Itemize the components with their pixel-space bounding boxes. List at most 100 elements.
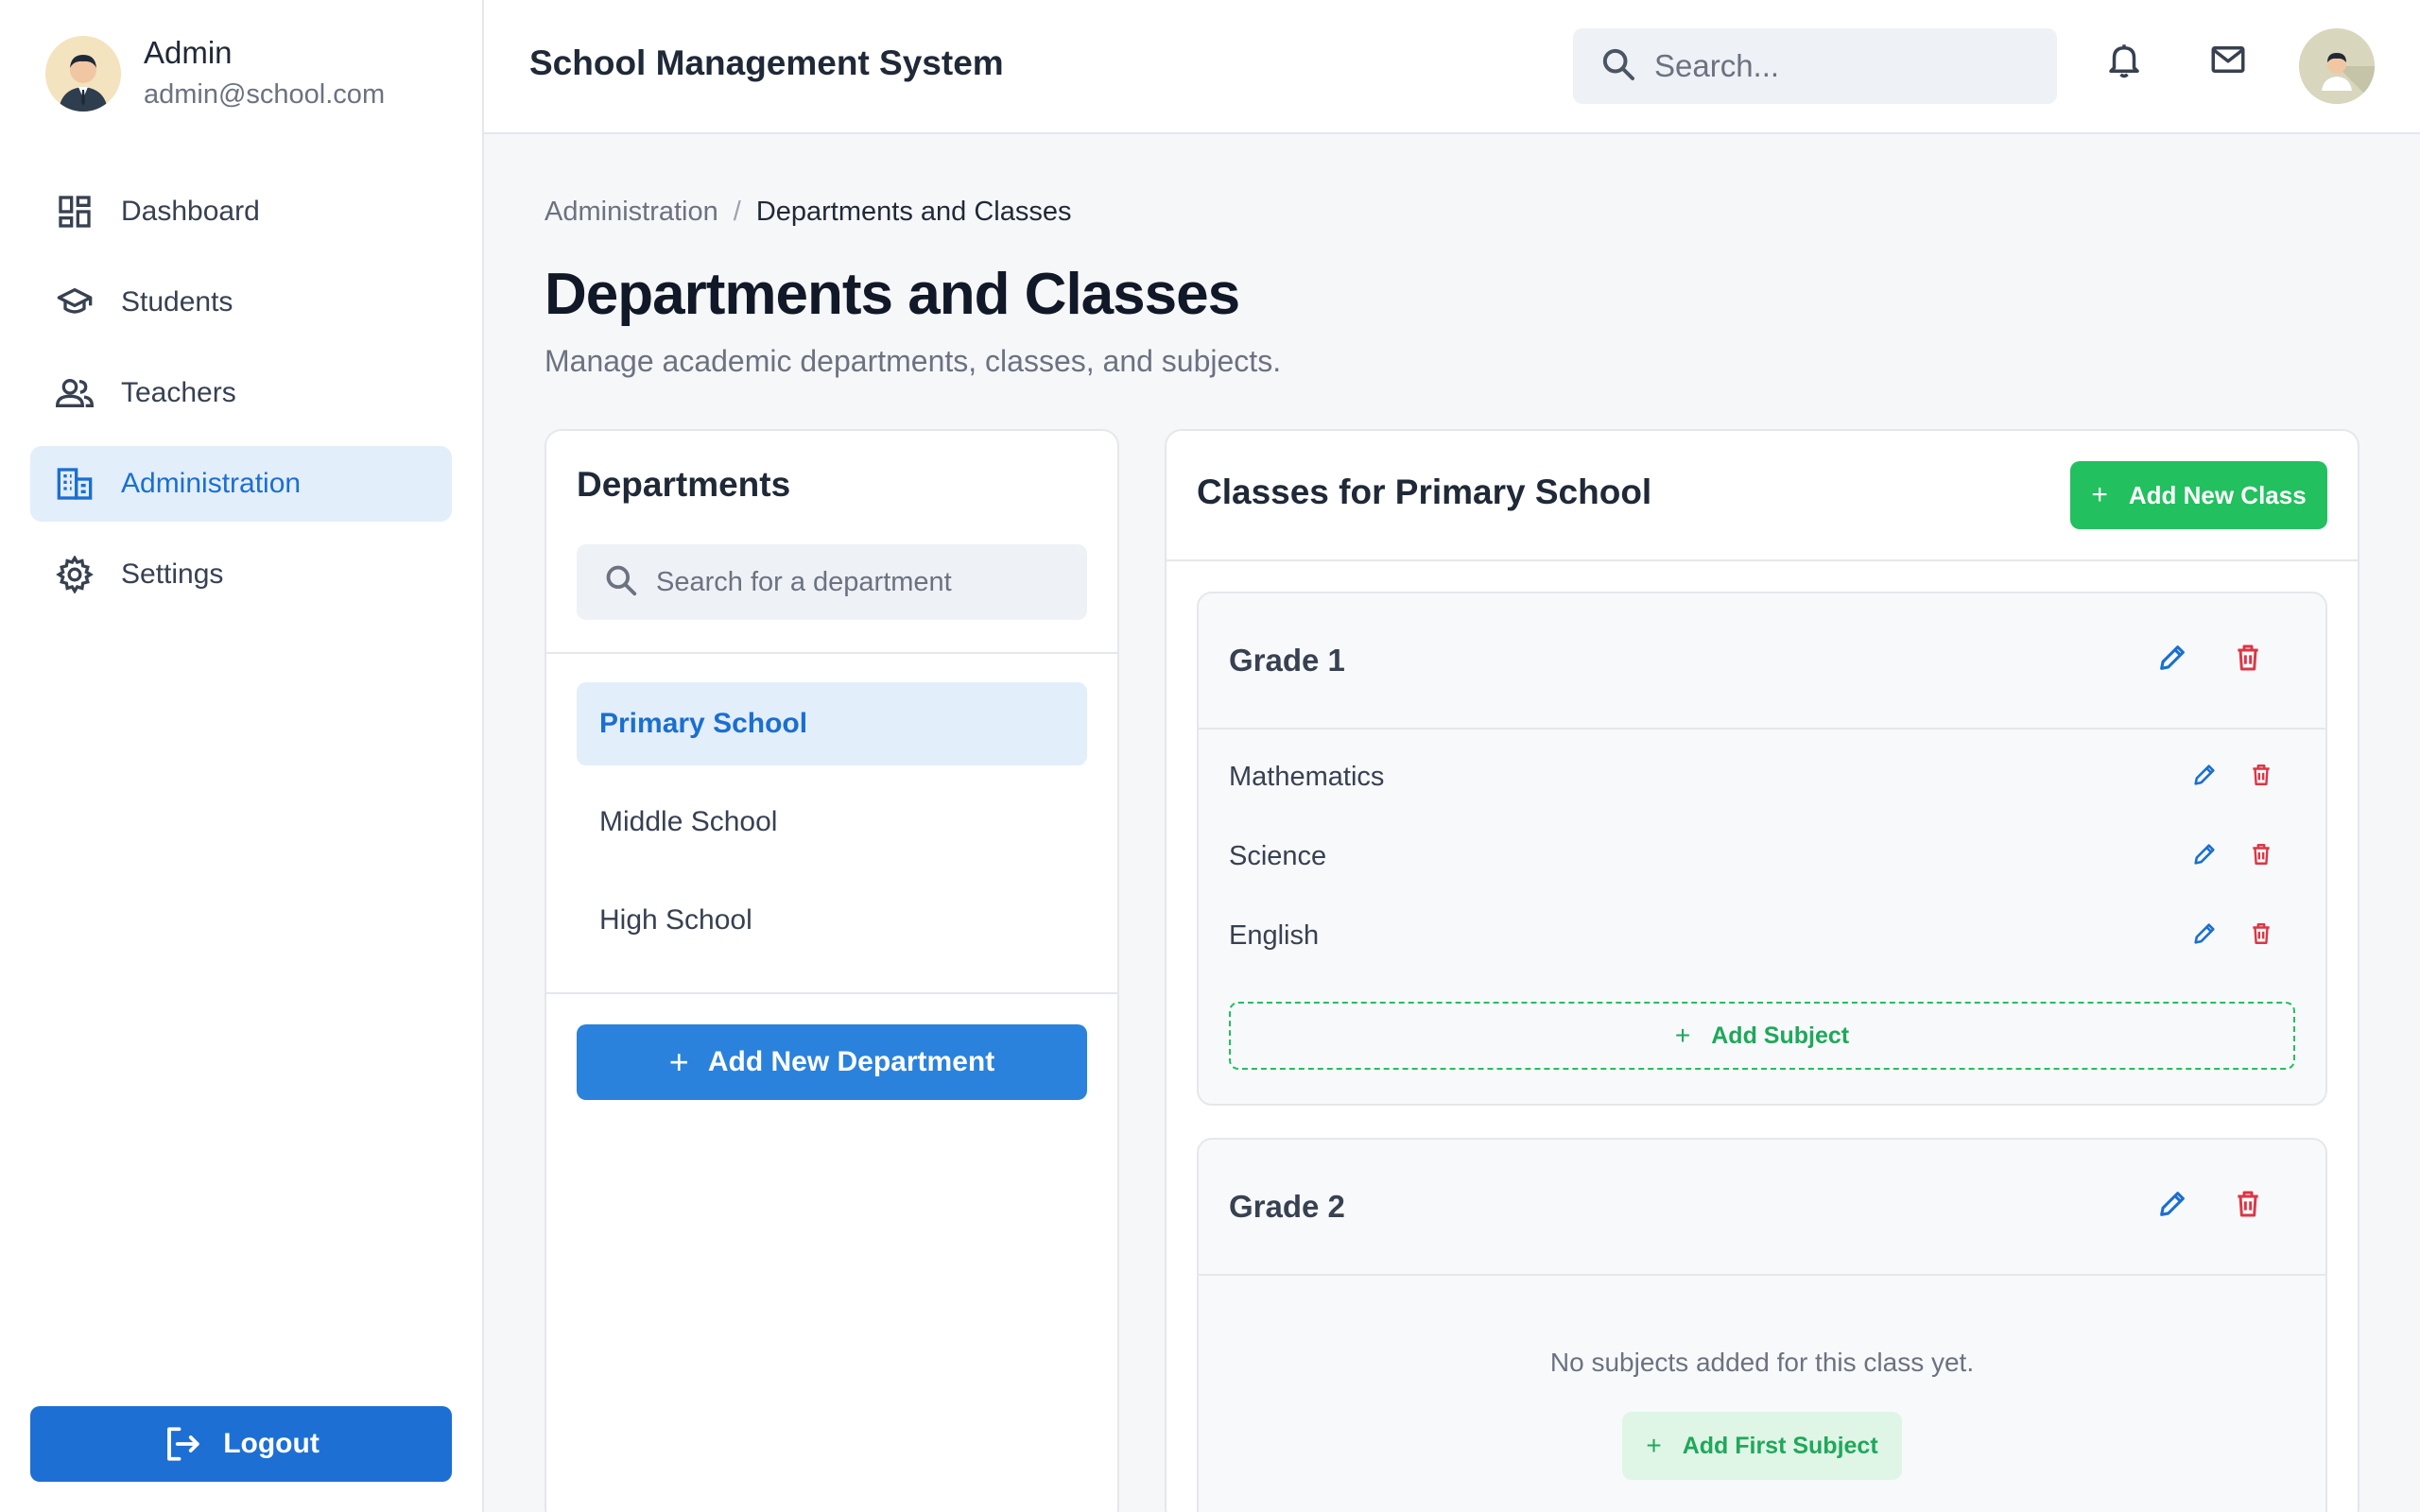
plus-icon: +	[668, 1042, 689, 1081]
pencil-icon	[2191, 762, 2218, 793]
page-subtitle: Manage academic departments, classes, an…	[544, 344, 1282, 378]
classes-panel: Classes for Primary School + Add New Cla…	[1165, 429, 2360, 1512]
global-search[interactable]	[1573, 28, 2057, 104]
delete-subject-button[interactable]	[2242, 758, 2280, 796]
trash-icon	[2233, 1189, 2263, 1224]
search-icon	[1599, 45, 1637, 88]
sidebar-item-dashboard[interactable]: Dashboard	[30, 174, 452, 249]
mail-icon	[2208, 40, 2248, 84]
subject-name: English	[1229, 920, 1320, 951]
logout-label: Logout	[223, 1428, 320, 1459]
subject-row: English	[1199, 898, 2325, 977]
class-card-header: Grade 2	[1199, 1140, 2325, 1276]
divider	[546, 992, 1117, 994]
sidebar-nav: Dashboard Students Teachers Administrati…	[30, 174, 452, 627]
sidebar-item-label: Teachers	[121, 377, 236, 408]
trash-icon	[2249, 921, 2273, 951]
class-card-grade-2: Grade 2 No subjects added for this class…	[1197, 1138, 2327, 1512]
logout-icon	[163, 1424, 202, 1464]
class-card-grade-1: Grade 1 Mathematics Science English + Ad…	[1197, 592, 2327, 1106]
sidebar-item-settings[interactable]: Settings	[30, 537, 452, 612]
pencil-icon	[2156, 642, 2188, 679]
department-item-primary-school[interactable]: Primary School	[577, 682, 1087, 765]
delete-class-button[interactable]	[2229, 641, 2267, 679]
department-search[interactable]	[577, 544, 1087, 620]
user-name: Admin	[144, 35, 233, 70]
empty-subjects-message: No subjects added for this class yet.	[1549, 1348, 1975, 1377]
building-icon	[55, 464, 95, 504]
people-icon	[55, 373, 95, 413]
sidebar-item-students[interactable]: Students	[30, 265, 452, 340]
pencil-icon	[2191, 841, 2218, 872]
delete-class-button[interactable]	[2229, 1187, 2267, 1225]
delete-subject-button[interactable]	[2242, 837, 2280, 875]
header-avatar[interactable]	[2299, 28, 2375, 104]
search-input[interactable]	[1654, 48, 2032, 84]
sidebar-item-label: Settings	[121, 558, 224, 590]
breadcrumb: Administration / Departments and Classes	[544, 197, 1071, 228]
sidebar-item-label: Students	[121, 286, 233, 318]
divider	[546, 652, 1117, 654]
trash-icon	[2249, 763, 2273, 792]
subject-row: Science	[1199, 818, 2325, 898]
app-title: School Management System	[529, 43, 1004, 82]
subject-row: Mathematics	[1199, 739, 2325, 818]
sidebar-item-label: Dashboard	[121, 196, 260, 227]
gear-icon	[55, 555, 95, 594]
sidebar-item-administration[interactable]: Administration	[30, 446, 452, 522]
sidebar-item-teachers[interactable]: Teachers	[30, 355, 452, 431]
trash-icon	[2249, 842, 2273, 871]
search-icon	[603, 562, 639, 603]
add-subject-label: Add Subject	[1711, 1022, 1850, 1049]
class-name: Grade 1	[1229, 643, 1345, 678]
edit-subject-button[interactable]	[2186, 837, 2223, 875]
top-header: School Management System	[484, 0, 2420, 134]
graduation-cap-icon	[55, 283, 95, 322]
add-department-button[interactable]: + Add New Department	[577, 1024, 1087, 1100]
edit-subject-button[interactable]	[2186, 917, 2223, 954]
add-first-subject-label: Add First Subject	[1682, 1432, 1878, 1459]
breadcrumb-administration[interactable]: Administration	[544, 197, 718, 228]
sidebar-item-label: Administration	[121, 468, 302, 499]
subject-name: Mathematics	[1229, 762, 1385, 792]
avatar	[45, 36, 121, 112]
departments-title: Departments	[577, 465, 791, 504]
bell-icon	[2104, 40, 2144, 84]
add-department-label: Add New Department	[707, 1046, 995, 1077]
department-item-middle-school[interactable]: Middle School	[577, 781, 1087, 864]
sidebar: Admin admin@school.com Dashboard Student…	[0, 0, 484, 1512]
pencil-icon	[2191, 920, 2218, 952]
departments-panel: Departments Primary School Middle School…	[544, 429, 1119, 1512]
edit-class-button[interactable]	[2153, 1187, 2191, 1225]
class-name: Grade 2	[1229, 1189, 1345, 1224]
trash-icon	[2233, 643, 2263, 678]
edit-class-button[interactable]	[2153, 641, 2191, 679]
edit-subject-button[interactable]	[2186, 758, 2223, 796]
subject-list: Mathematics Science English	[1199, 730, 2325, 977]
delete-subject-button[interactable]	[2242, 917, 2280, 954]
plus-icon: +	[1674, 1021, 1691, 1050]
notifications-button[interactable]	[2100, 38, 2148, 85]
user-email: admin@school.com	[144, 79, 386, 110]
divider	[1167, 559, 2358, 561]
add-first-subject-button[interactable]: + Add First Subject	[1622, 1412, 1902, 1480]
add-class-button[interactable]: + Add New Class	[2070, 461, 2327, 529]
classes-title: Classes for Primary School	[1197, 472, 1652, 511]
class-card-header: Grade 1	[1199, 593, 2325, 730]
department-item-high-school[interactable]: High School	[577, 879, 1087, 962]
plus-icon: +	[2091, 479, 2108, 510]
department-list: Primary School Middle School High School	[577, 682, 1087, 977]
add-class-label: Add New Class	[2128, 480, 2307, 509]
subject-name: Science	[1229, 841, 1327, 871]
breadcrumb-separator: /	[733, 197, 741, 227]
dashboard-icon	[55, 192, 95, 232]
page-title: Departments and Classes	[544, 262, 1240, 327]
plus-icon: +	[1646, 1431, 1662, 1460]
messages-button[interactable]	[2204, 38, 2252, 85]
pencil-icon	[2156, 1188, 2188, 1225]
add-subject-button[interactable]: + Add Subject	[1229, 1002, 2295, 1070]
logout-button[interactable]: Logout	[30, 1406, 452, 1482]
breadcrumb-current: Departments and Classes	[755, 197, 1072, 227]
department-search-input[interactable]	[656, 566, 1072, 598]
user-profile[interactable]: Admin admin@school.com	[45, 34, 385, 113]
